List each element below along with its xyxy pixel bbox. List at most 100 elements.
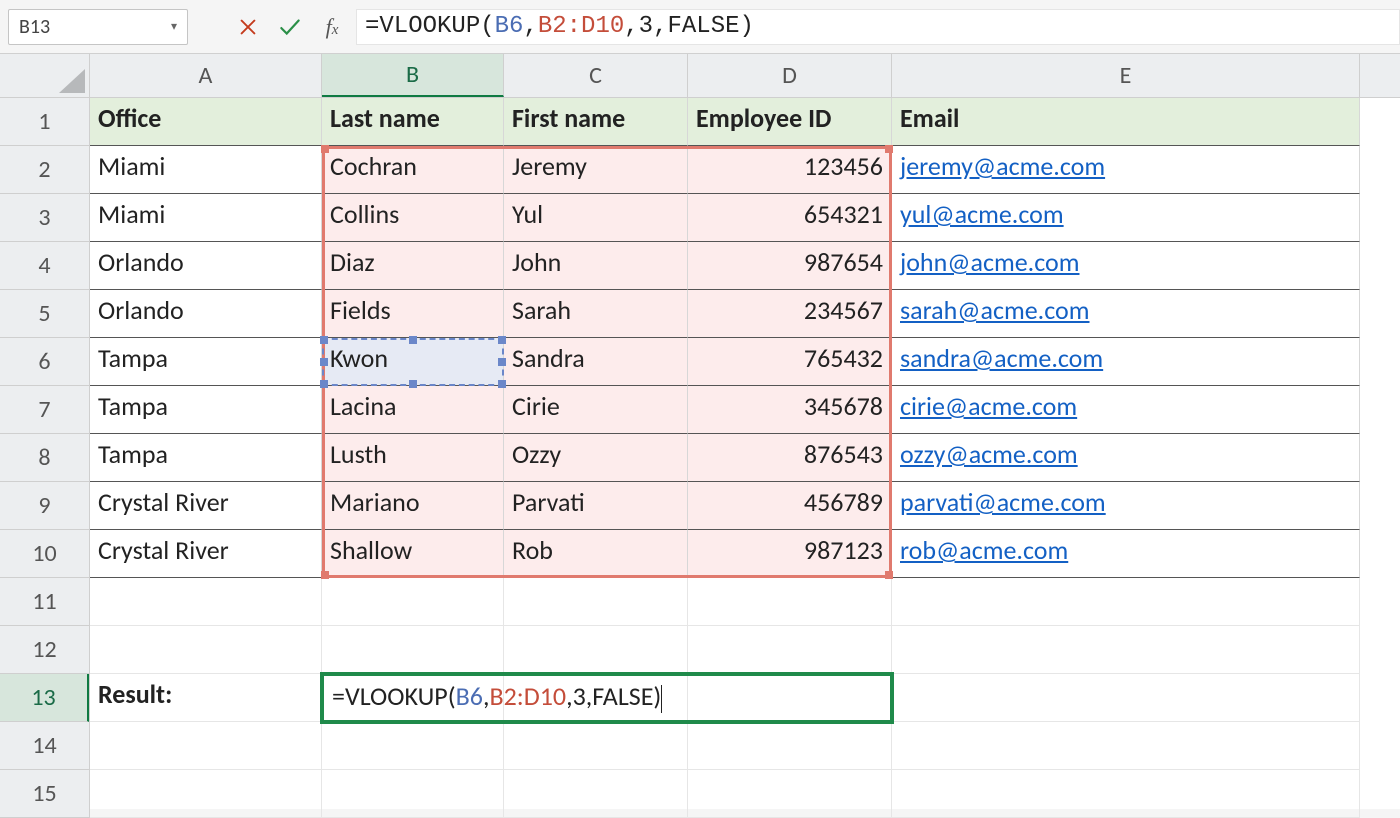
cell-B4[interactable]: Diaz <box>322 242 504 290</box>
row-header-11[interactable]: 11 <box>0 578 89 626</box>
cell-B15[interactable] <box>322 770 504 818</box>
column-header-C[interactable]: C <box>504 54 688 97</box>
cell-A5[interactable]: Orlando <box>90 290 322 338</box>
cell-A13[interactable]: Result: <box>90 674 322 722</box>
cell-E6[interactable]: sandra@acme.com <box>892 338 1360 386</box>
row-header-12[interactable]: 12 <box>0 626 89 674</box>
cell-D1[interactable]: Employee ID <box>688 98 892 146</box>
email-link[interactable]: yul@acme.com <box>900 198 1064 230</box>
cell-C5[interactable]: Sarah <box>504 290 688 338</box>
cell-A2[interactable]: Miami <box>90 146 322 194</box>
cell-B5[interactable]: Fields <box>322 290 504 338</box>
name-box[interactable]: B13 ▾ <box>8 9 188 45</box>
cell-D10[interactable]: 987123 <box>688 530 892 578</box>
row-header-6[interactable]: 6 <box>0 338 89 386</box>
cancel-button[interactable] <box>230 9 266 45</box>
cell-D12[interactable] <box>688 626 892 674</box>
row-header-1[interactable]: 1 <box>0 98 89 146</box>
cell-A9[interactable]: Crystal River <box>90 482 322 530</box>
email-link[interactable]: john@acme.com <box>900 246 1079 278</box>
cell-E4[interactable]: john@acme.com <box>892 242 1360 290</box>
cell-C11[interactable] <box>504 578 688 626</box>
cell-A10[interactable]: Crystal River <box>90 530 322 578</box>
row-header-9[interactable]: 9 <box>0 482 89 530</box>
spreadsheet-grid[interactable]: ABCDE 123456789101112131415 OfficeLast n… <box>0 54 1400 809</box>
cell-B10[interactable]: Shallow <box>322 530 504 578</box>
row-header-10[interactable]: 10 <box>0 530 89 578</box>
cell-C9[interactable]: Parvati <box>504 482 688 530</box>
email-link[interactable]: sarah@acme.com <box>900 294 1090 326</box>
cell-E14[interactable] <box>892 722 1360 770</box>
cell-B3[interactable]: Collins <box>322 194 504 242</box>
cell-B12[interactable] <box>322 626 504 674</box>
cell-A4[interactable]: Orlando <box>90 242 322 290</box>
row-header-15[interactable]: 15 <box>0 770 89 818</box>
row-header-2[interactable]: 2 <box>0 146 89 194</box>
chevron-down-icon[interactable]: ▾ <box>171 19 177 34</box>
cell-A11[interactable] <box>90 578 322 626</box>
formula-input[interactable]: =VLOOKUP( B6 , B2:D10 , 3 , FALSE) <box>356 9 1400 45</box>
cell-B9[interactable]: Mariano <box>322 482 504 530</box>
cell-B14[interactable] <box>322 722 504 770</box>
column-header-D[interactable]: D <box>688 54 892 97</box>
cell-E1[interactable]: Email <box>892 98 1360 146</box>
cell-C8[interactable]: Ozzy <box>504 434 688 482</box>
email-link[interactable]: jeremy@acme.com <box>900 150 1105 182</box>
cell-B13-editing[interactable]: =VLOOKUP(B6,B2:D10,3,FALSE) <box>326 674 896 722</box>
cell-C14[interactable] <box>504 722 688 770</box>
email-link[interactable]: parvati@acme.com <box>900 486 1106 518</box>
cell-E3[interactable]: yul@acme.com <box>892 194 1360 242</box>
cell-E8[interactable]: ozzy@acme.com <box>892 434 1360 482</box>
column-header-E[interactable]: E <box>892 54 1360 97</box>
cell-E7[interactable]: cirie@acme.com <box>892 386 1360 434</box>
cell-D15[interactable] <box>688 770 892 818</box>
cell-C7[interactable]: Cirie <box>504 386 688 434</box>
cell-A15[interactable] <box>90 770 322 818</box>
cell-E9[interactable]: parvati@acme.com <box>892 482 1360 530</box>
cell-C12[interactable] <box>504 626 688 674</box>
cell-D11[interactable] <box>688 578 892 626</box>
cell-C4[interactable]: John <box>504 242 688 290</box>
cell-D14[interactable] <box>688 722 892 770</box>
cell-D8[interactable]: 876543 <box>688 434 892 482</box>
row-header-5[interactable]: 5 <box>0 290 89 338</box>
row-header-8[interactable]: 8 <box>0 434 89 482</box>
cell-B1[interactable]: Last name <box>322 98 504 146</box>
email-link[interactable]: ozzy@acme.com <box>900 438 1078 470</box>
cell-E5[interactable]: sarah@acme.com <box>892 290 1360 338</box>
cell-E15[interactable] <box>892 770 1360 818</box>
cell-B8[interactable]: Lusth <box>322 434 504 482</box>
cell-C6[interactable]: Sandra <box>504 338 688 386</box>
select-all-corner[interactable] <box>0 54 90 98</box>
row-header-7[interactable]: 7 <box>0 386 89 434</box>
cell-E11[interactable] <box>892 578 1360 626</box>
cell-E2[interactable]: jeremy@acme.com <box>892 146 1360 194</box>
cell-A7[interactable]: Tampa <box>90 386 322 434</box>
cell-B7[interactable]: Lacina <box>322 386 504 434</box>
cell-D2[interactable]: 123456 <box>688 146 892 194</box>
cell-D4[interactable]: 987654 <box>688 242 892 290</box>
cell-D9[interactable]: 456789 <box>688 482 892 530</box>
cell-E10[interactable]: rob@acme.com <box>892 530 1360 578</box>
cell-A3[interactable]: Miami <box>90 194 322 242</box>
cell-C1[interactable]: First name <box>504 98 688 146</box>
cell-B6[interactable]: Kwon <box>322 338 504 386</box>
row-header-14[interactable]: 14 <box>0 722 89 770</box>
cell-D5[interactable]: 234567 <box>688 290 892 338</box>
cell-E13[interactable] <box>892 674 1360 722</box>
row-header-3[interactable]: 3 <box>0 194 89 242</box>
email-link[interactable]: sandra@acme.com <box>900 342 1103 374</box>
cell-A14[interactable] <box>90 722 322 770</box>
row-header-4[interactable]: 4 <box>0 242 89 290</box>
cell-A6[interactable]: Tampa <box>90 338 322 386</box>
insert-function-button[interactable]: fx <box>314 9 350 45</box>
cell-C3[interactable]: Yul <box>504 194 688 242</box>
cell-C10[interactable]: Rob <box>504 530 688 578</box>
email-link[interactable]: cirie@acme.com <box>900 390 1077 422</box>
email-link[interactable]: rob@acme.com <box>900 534 1068 566</box>
cell-A8[interactable]: Tampa <box>90 434 322 482</box>
cell-E12[interactable] <box>892 626 1360 674</box>
cell-B11[interactable] <box>322 578 504 626</box>
cell-D6[interactable]: 765432 <box>688 338 892 386</box>
cell-A1[interactable]: Office <box>90 98 322 146</box>
